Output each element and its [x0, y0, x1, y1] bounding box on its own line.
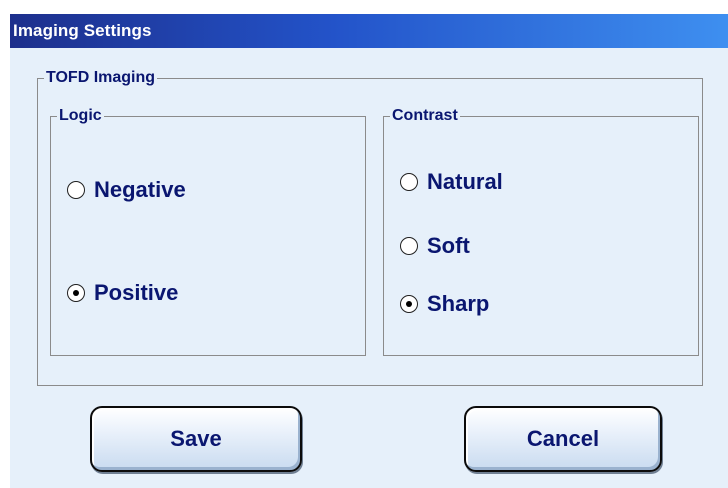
radio-natural-label[interactable]: Natural — [427, 169, 503, 195]
contrast-group: Contrast Natural Soft Sharp — [383, 106, 699, 356]
tofd-imaging-group: TOFD Imaging Logic Negative Positive Con… — [37, 68, 703, 386]
tofd-imaging-legend: TOFD Imaging — [44, 68, 158, 88]
radio-negative[interactable]: Negative — [67, 177, 186, 203]
radio-positive-dot — [73, 290, 79, 296]
logic-legend: Logic — [57, 106, 104, 126]
radio-negative-circle[interactable] — [67, 181, 85, 199]
radio-positive[interactable]: Positive — [67, 280, 178, 306]
radio-soft-circle[interactable] — [400, 237, 418, 255]
radio-sharp-label[interactable]: Sharp — [427, 291, 489, 317]
radio-natural[interactable]: Natural — [400, 169, 503, 195]
cancel-button-label[interactable]: Cancel — [527, 426, 599, 452]
radio-natural-circle[interactable] — [400, 173, 418, 191]
cancel-button[interactable]: Cancel — [464, 406, 662, 472]
title-bar[interactable]: Imaging Settings — [10, 14, 728, 48]
imaging-settings-dialog: Imaging Settings TOFD Imaging Logic Nega… — [10, 14, 728, 488]
radio-positive-label[interactable]: Positive — [94, 280, 178, 306]
radio-sharp[interactable]: Sharp — [400, 291, 489, 317]
dialog-title: Imaging Settings — [13, 21, 152, 40]
logic-group: Logic Negative Positive — [50, 106, 366, 356]
radio-sharp-circle[interactable] — [400, 295, 418, 313]
radio-soft[interactable]: Soft — [400, 233, 470, 259]
contrast-legend: Contrast — [390, 106, 460, 126]
radio-positive-circle[interactable] — [67, 284, 85, 302]
radio-soft-label[interactable]: Soft — [427, 233, 470, 259]
save-button[interactable]: Save — [90, 406, 302, 472]
radio-sharp-dot — [406, 301, 412, 307]
radio-negative-label[interactable]: Negative — [94, 177, 186, 203]
save-button-label[interactable]: Save — [170, 426, 221, 452]
